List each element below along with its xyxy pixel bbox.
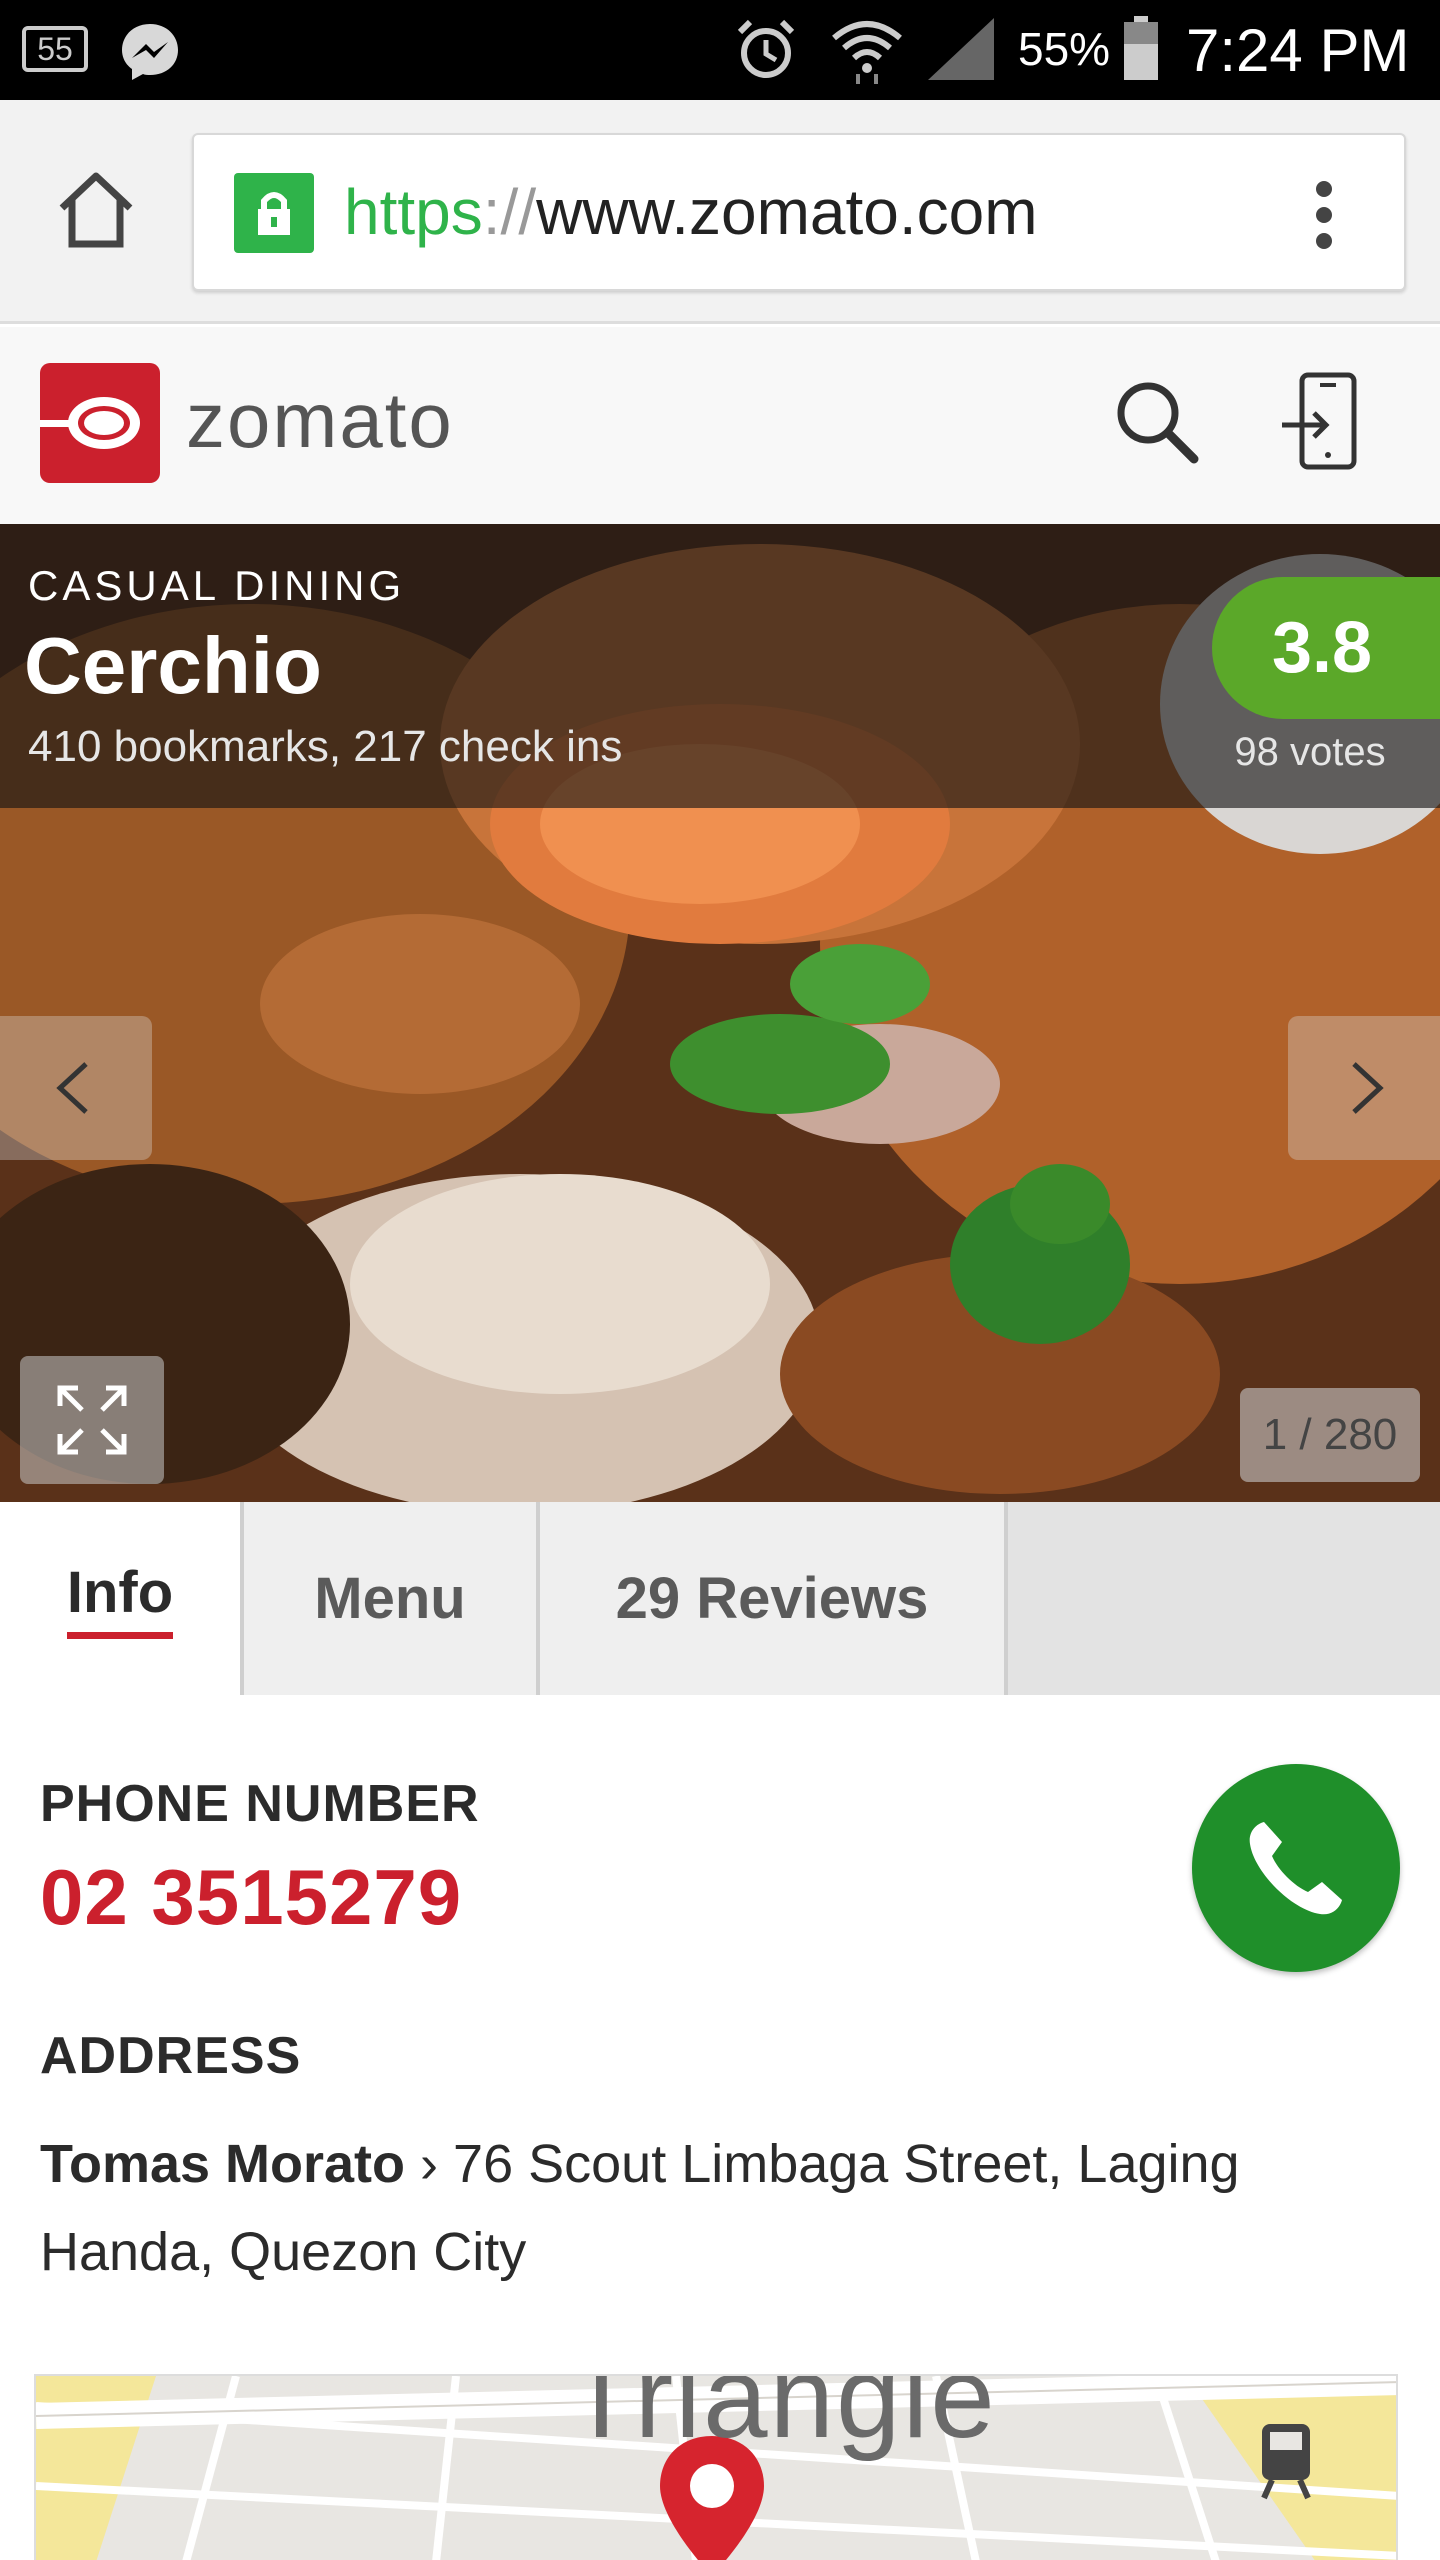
expand-icon [57, 1385, 127, 1455]
tab-info-label: Info [66, 1559, 174, 1639]
alarm-icon [734, 18, 798, 82]
tab-reviews[interactable]: 29 Reviews [540, 1502, 1004, 1695]
tab-menu[interactable]: Menu [244, 1502, 536, 1695]
rating-votes: 98 votes [1234, 730, 1386, 774]
phone-number[interactable]: 02 3515279 [40, 1852, 462, 1943]
url-separator: :// [482, 176, 537, 248]
messenger-icon [118, 20, 182, 84]
app-login-icon[interactable] [1280, 371, 1360, 471]
rating-badge[interactable]: 3.8 [1212, 577, 1440, 719]
call-button[interactable] [1192, 1764, 1400, 1972]
clock: 7:24 PM [1186, 17, 1410, 84]
battery-icon [1122, 16, 1160, 80]
overflow-menu-icon[interactable] [1304, 175, 1344, 255]
tab-divider [1004, 1502, 1008, 1695]
chevron-left-icon [56, 1062, 88, 1114]
notification-count: 55 [37, 31, 73, 67]
rating-value: 3.8 [1271, 608, 1373, 688]
zomato-logo-icon[interactable] [40, 363, 160, 483]
battery-percent: 55% [1018, 23, 1111, 75]
url-text[interactable]: https://www.zomato.com [344, 175, 1038, 249]
tab-info[interactable]: Info [0, 1502, 240, 1695]
address-separator: › [420, 2134, 439, 2194]
map-area-label: Triangle [566, 2374, 997, 2462]
photo-counter: 1 / 280 [1240, 1388, 1420, 1482]
tab-menu-label: Menu [314, 1566, 466, 1631]
search-icon[interactable] [1112, 377, 1202, 467]
url-scheme: https [344, 176, 483, 248]
next-photo-button[interactable] [1288, 1016, 1440, 1160]
tab-reviews-label: 29 Reviews [615, 1566, 929, 1631]
address-locality[interactable]: Tomas Morato [40, 2134, 405, 2194]
restaurant-name: Cerchio [24, 621, 322, 710]
notification-count-icon: 55 [22, 26, 88, 72]
wifi-icon [830, 14, 904, 84]
phone-label: PHONE NUMBER [40, 1775, 480, 1833]
signal-icon [928, 18, 994, 80]
site-header: zomato [0, 327, 1440, 524]
restaurant-category: CASUAL DINING [28, 562, 406, 609]
lock-icon [234, 173, 314, 253]
brand-name[interactable]: zomato [186, 375, 454, 466]
phone-icon [1249, 1822, 1342, 1915]
home-icon[interactable] [56, 170, 136, 250]
address-label: ADDRESS [40, 2027, 302, 2085]
url-host: www.zomato.com [536, 176, 1038, 248]
address-bar[interactable]: https://www.zomato.com [192, 133, 1406, 291]
address-city: Handa, Quezon City [40, 2222, 527, 2282]
address-street: 76 Scout Limbaga Street, Laging [453, 2134, 1240, 2194]
location-map[interactable]: Triangle [34, 2374, 1398, 2560]
status-bar: 55 55% 7:24 PM [0, 0, 1440, 100]
address: Tomas Morato › 76 Scout Limbaga Street, … [40, 2120, 1400, 2296]
restaurant-stats: 410 bookmarks, 217 check ins [28, 722, 623, 771]
fullscreen-button[interactable] [20, 1356, 164, 1484]
chevron-right-icon [1352, 1062, 1384, 1114]
restaurant-tabs: Info Menu 29 Reviews [0, 1502, 1440, 1695]
previous-photo-button[interactable] [0, 1016, 152, 1160]
restaurant-photo-gallery[interactable]: CASUAL DINING Cerchio 410 bookmarks, 217… [0, 524, 1440, 1502]
